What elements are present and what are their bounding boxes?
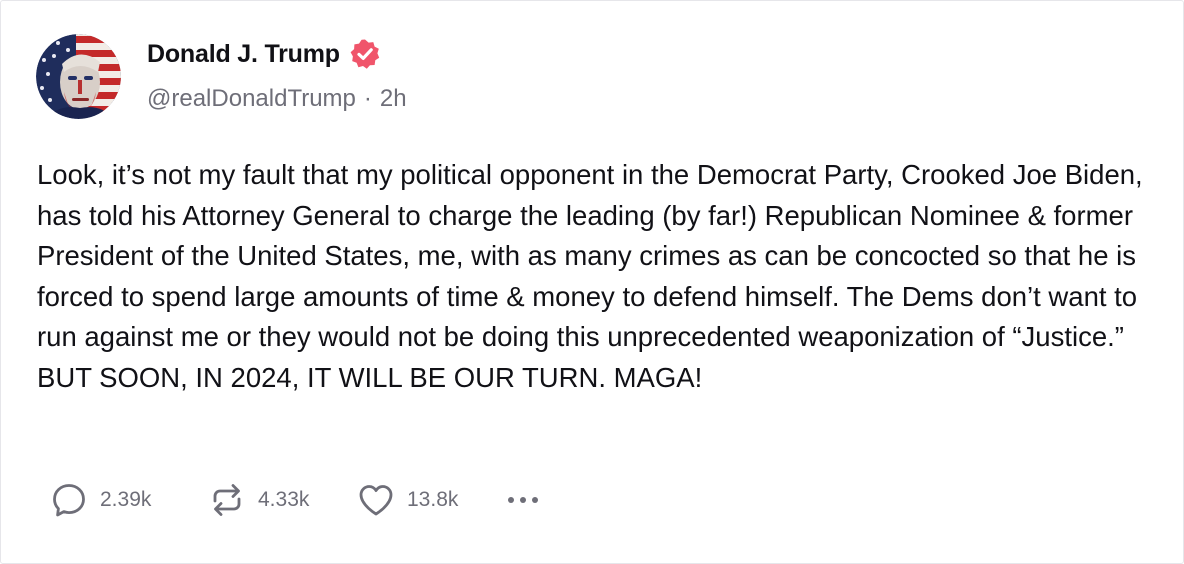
author-avatar[interactable] (36, 34, 121, 119)
post-body-text: Look, it’s not my fault that my politica… (37, 159, 1143, 393)
author-display-name[interactable]: Donald J. Trump (147, 40, 340, 69)
post-actions-bar: 2.39k 4.33k 13.8k (49, 479, 540, 521)
reply-bubble-icon (49, 480, 89, 520)
like-count: 13.8k (407, 488, 459, 511)
post-timestamp[interactable]: 2h (380, 85, 407, 113)
repost-button[interactable]: 4.33k (207, 480, 356, 520)
verified-badge-icon (349, 38, 381, 70)
like-button[interactable]: 13.8k (356, 480, 506, 520)
repost-count: 4.33k (258, 488, 310, 511)
more-options-button[interactable] (506, 491, 540, 509)
author-name-row: Donald J. Trump (147, 37, 381, 71)
author-meta-row: @realDonaldTrump · 2h (147, 85, 407, 113)
heart-icon (356, 480, 396, 520)
repost-arrows-icon (207, 480, 247, 520)
more-dots-icon (508, 497, 514, 503)
author-handle[interactable]: @realDonaldTrump (147, 85, 356, 113)
more-dot (532, 497, 538, 503)
more-dot (520, 497, 526, 503)
reply-count: 2.39k (100, 488, 152, 511)
reply-button[interactable]: 2.39k (49, 480, 207, 520)
post-card: Donald J. Trump @realDonaldTrump · 2h Lo… (0, 0, 1184, 564)
meta-separator: · (363, 85, 372, 112)
flag-portrait-avatar-icon (36, 34, 121, 119)
